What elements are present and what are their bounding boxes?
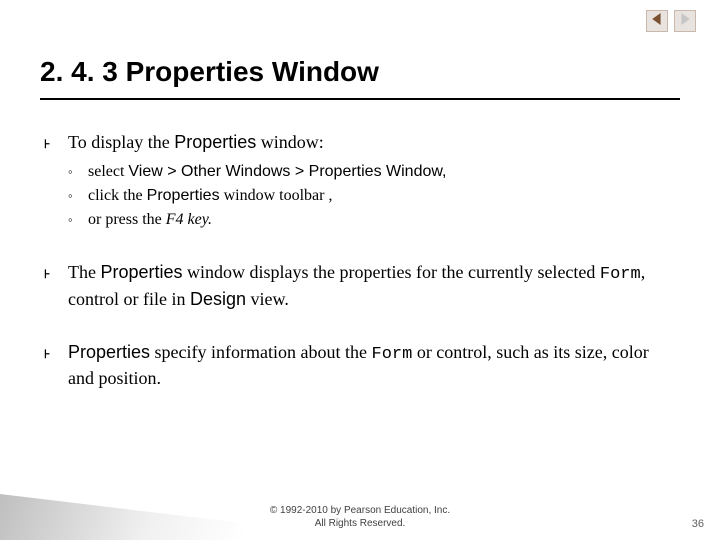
sub-2-b: Properties [147, 187, 220, 204]
arrow-left-icon [651, 12, 663, 30]
sub-item-1: ◦ select View > Other Windows > Properti… [68, 160, 670, 184]
b2p2: window displays the properties for the c… [183, 262, 600, 282]
ring-icon: ◦ [68, 162, 73, 182]
b2p1: Properties [100, 262, 182, 282]
page-number: 36 [692, 518, 704, 530]
bullet-1-text-a: To display the [68, 132, 174, 152]
ring-icon: ◦ [68, 210, 73, 230]
bullet-icon: ⊦ [44, 136, 50, 152]
sub-item-2: ◦ click the Properties window toolbar , [68, 184, 670, 208]
b3p0: Properties [68, 342, 150, 362]
slide: 2. 4. 3 Properties Window ⊦ To display t… [0, 0, 720, 540]
nav-arrows [646, 10, 696, 32]
slide-content: ⊦ To display the Properties window: ◦ se… [40, 130, 670, 419]
sub-2-c: window toolbar , [220, 187, 333, 204]
slide-title: 2. 4. 3 Properties Window [40, 56, 680, 100]
sub-3-b: F4 key. [166, 211, 212, 228]
bullet-icon: ⊦ [44, 346, 50, 362]
b2p3: Form [600, 265, 641, 284]
sub-3-a: or press the [88, 211, 166, 228]
arrow-right-icon [679, 12, 691, 30]
bullet-1-strong: Properties [174, 132, 256, 152]
bullet-1-text-b: window: [256, 132, 324, 152]
b2p5: Design [190, 289, 246, 309]
prev-slide-button[interactable] [646, 10, 668, 32]
copyright: © 1992-2010 by Pearson Education, Inc. A… [0, 505, 720, 530]
copyright-line-1: © 1992-2010 by Pearson Education, Inc. [0, 505, 720, 518]
b2p6: view. [246, 289, 289, 309]
next-slide-button[interactable] [674, 10, 696, 32]
bullet-1: ⊦ To display the Properties window: ◦ se… [40, 130, 670, 232]
b3p1: specify information about the [150, 342, 371, 362]
bullet-icon: ⊦ [44, 266, 50, 282]
sub-1-a: select [88, 163, 128, 180]
b3p2: Form [372, 345, 413, 364]
copyright-line-2: All Rights Reserved. [0, 518, 720, 531]
sub-list: ◦ select View > Other Windows > Properti… [68, 160, 670, 232]
bullet-2: ⊦ The Properties window displays the pro… [40, 260, 670, 311]
ring-icon: ◦ [68, 186, 73, 206]
bullet-3: ⊦ Properties specify information about t… [40, 340, 670, 391]
sub-1-b: View > Other Windows > Properties Window… [128, 163, 446, 180]
b2p0: The [68, 262, 100, 282]
sub-2-a: click the [88, 187, 147, 204]
sub-item-3: ◦ or press the F4 key. [68, 208, 670, 232]
